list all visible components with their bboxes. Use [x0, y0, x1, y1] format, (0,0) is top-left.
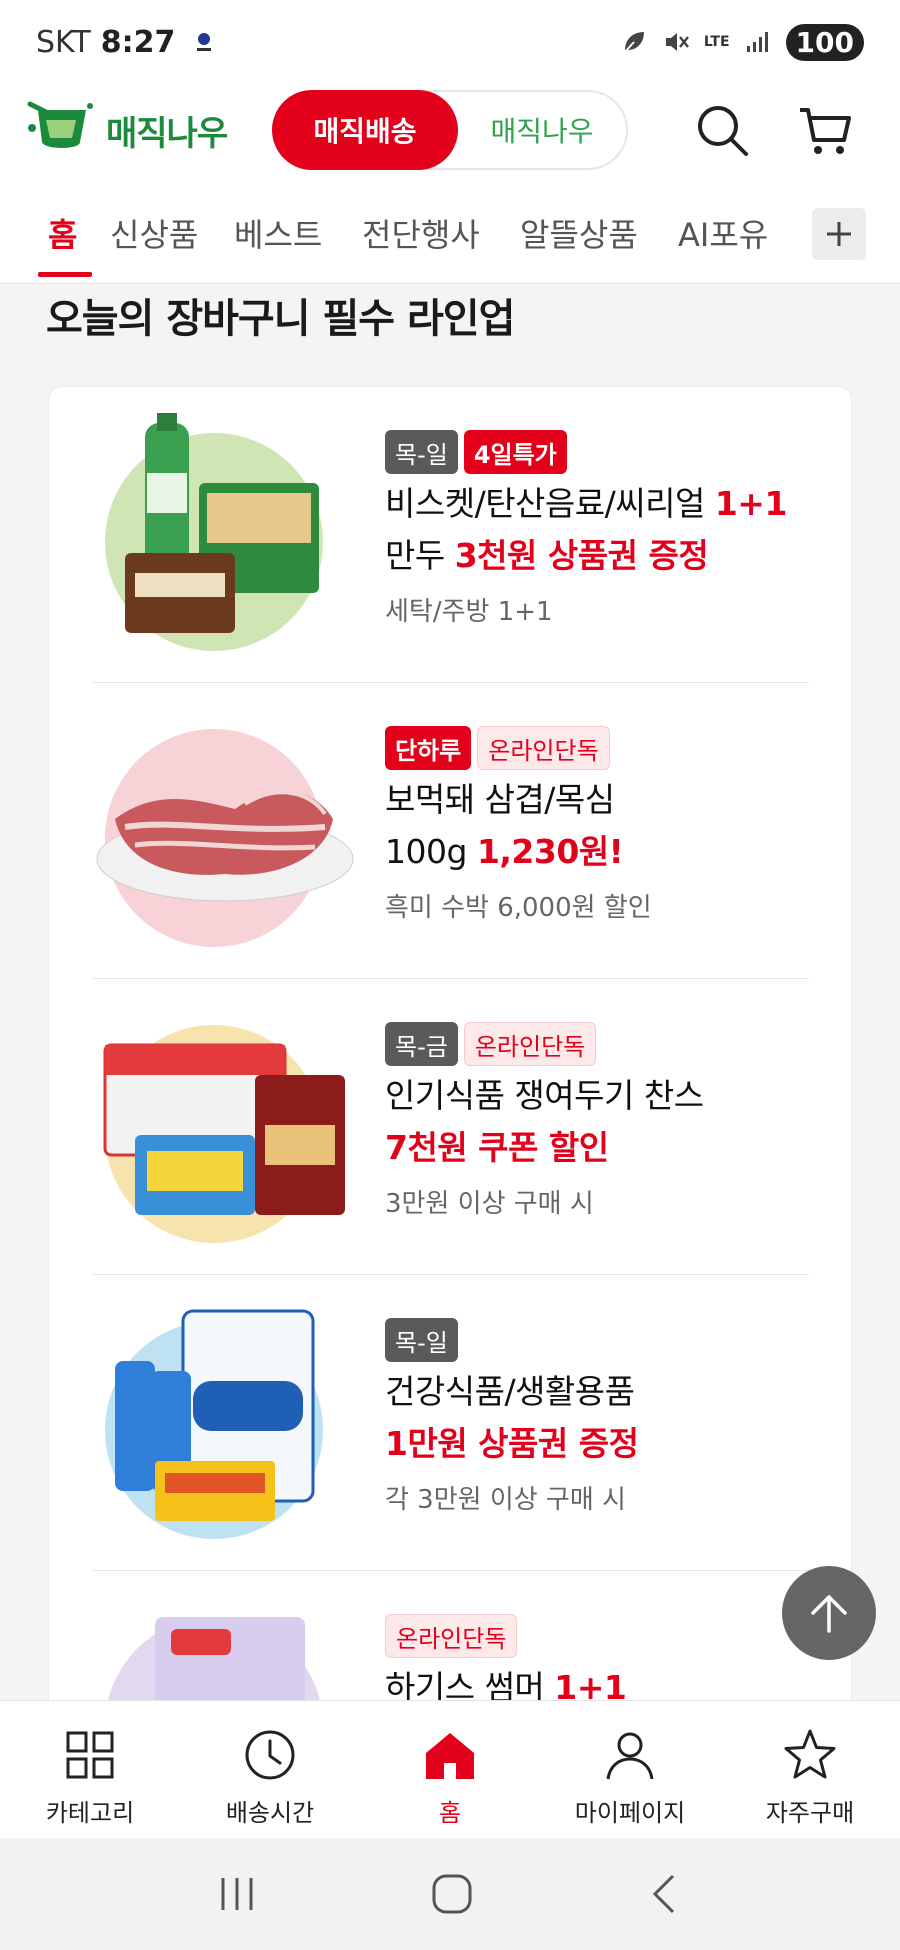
lineup-card: 목-일 4일특가 비스켓/탄산음료/씨리얼 1+1 만두 3천원 상품권 증정 …	[48, 386, 852, 1786]
tabs-expand-button[interactable]	[812, 208, 866, 260]
promo-subtext: 세탁/주방 1+1	[385, 597, 553, 627]
promo-subtext: 각 3만원 이상 구매 시	[385, 1485, 626, 1515]
product-image	[103, 1025, 345, 1243]
promo-info: 목-금 온라인단독 인기식품 쟁여두기 찬스 7천원 쿠폰 할인 3만원 이상 …	[385, 1021, 833, 1220]
one-day-badge: 단하루	[385, 726, 472, 770]
promo-item[interactable]: 단하루 온라인단독 보먹돼 삼겹/목심 100g 1,230원! 흑미 수박 6…	[49, 683, 851, 979]
nav-home[interactable]: 홈	[360, 1701, 540, 1838]
promo-line-1: 건강식품/생활용품	[385, 1372, 635, 1411]
promo-info: 온라인단독 하기스 썸머 1+1	[385, 1613, 833, 1711]
scroll-to-top-button[interactable]	[782, 1566, 876, 1660]
pork-belly-image	[96, 790, 354, 902]
app-header: 매직나우 매직배송 매직나우	[0, 84, 900, 188]
promo-item[interactable]: 목-일 4일특가 비스켓/탄산음료/씨리얼 1+1 만두 3천원 상품권 증정 …	[49, 387, 851, 683]
promo-info: 단하루 온라인단독 보먹돼 삼겹/목심 100g 1,230원! 흑미 수박 6…	[385, 725, 833, 924]
back-icon[interactable]	[645, 1872, 685, 1916]
search-icon[interactable]	[694, 102, 750, 158]
clock: 8:27	[100, 24, 176, 60]
delivery-mode-toggle[interactable]: 매직배송 매직나우	[272, 90, 628, 170]
promo-item[interactable]: 목-금 온라인단독 인기식품 쟁여두기 찬스 7천원 쿠폰 할인 3만원 이상 …	[49, 979, 851, 1275]
period-badge: 목-일	[385, 430, 458, 474]
won-app-icon	[197, 33, 212, 51]
tab-home[interactable]: 홈	[48, 210, 77, 256]
active-tab-indicator	[38, 272, 92, 277]
clock-icon	[245, 1730, 295, 1780]
user-icon	[606, 1732, 654, 1780]
snack-bundle-image	[125, 413, 319, 633]
promo-item[interactable]: 목-일 건강식품/생활용품 1만원 상품권 증정 각 3만원 이상 구매 시	[49, 1275, 851, 1571]
product-image	[105, 1309, 323, 1539]
promo-line-1: 인기식품 쟁여두기 찬스	[385, 1076, 704, 1115]
promo-line-1: 보먹돼 삼겹/목심	[385, 780, 615, 819]
promo-subtext: 흑미 수박 6,000원 할인	[385, 893, 652, 923]
tab-flyer-events[interactable]: 전단행사	[362, 210, 480, 256]
tab-new-products[interactable]: 신상품	[110, 210, 198, 256]
product-image	[105, 413, 323, 651]
grid-icon	[66, 1731, 114, 1779]
recent-apps-icon[interactable]	[215, 1874, 259, 1914]
bottom-navigation: 카테고리 배송시간 홈 마이페이지 자주구매	[0, 1700, 900, 1838]
system-navigation-bar	[0, 1838, 900, 1950]
battery-level: 100	[785, 23, 864, 61]
food-bundle-image	[103, 1043, 345, 1215]
logo-text: 매직나우	[106, 113, 228, 154]
promo-info: 목-일 4일특가 비스켓/탄산음료/씨리얼 1+1 만두 3천원 상품권 증정 …	[385, 429, 833, 628]
tab-value-products[interactable]: 알뜰상품	[520, 210, 638, 256]
arrow-up-icon	[811, 1595, 847, 1633]
nav-label: 배송시간	[225, 1799, 315, 1827]
promo-info: 목-일 건강식품/생활용품 1만원 상품권 증정 각 3만원 이상 구매 시	[385, 1317, 833, 1516]
category-tabs: 홈 신상품 베스트 전단행사 알뜰상품 AI포유	[0, 188, 900, 284]
promo-line-2: 만두 3천원 상품권 증정	[385, 536, 709, 575]
cart-icon[interactable]	[796, 102, 852, 158]
nav-mypage[interactable]: 마이페이지	[540, 1701, 720, 1838]
promo-line-2: 100g 1,230원!	[385, 832, 624, 871]
nav-frequent-purchase[interactable]: 자주구매	[720, 1701, 900, 1838]
carrier-label: SKT	[36, 24, 91, 60]
special-badge: 4일특가	[463, 430, 567, 474]
household-goods-image	[115, 1309, 315, 1521]
magic-delivery-option[interactable]: 매직배송	[272, 90, 458, 170]
logo-mark-icon	[27, 101, 93, 148]
tab-ai-for-you[interactable]: AI포유	[678, 210, 768, 256]
network-type: LTE	[703, 34, 730, 50]
magic-now-option[interactable]: 매직나우	[458, 110, 626, 150]
period-badge: 목-금	[385, 1022, 458, 1066]
plus-icon	[827, 222, 851, 246]
magicnow-logo[interactable]: 매직나우	[24, 98, 228, 162]
promo-line-2: 7천원 쿠폰 할인	[385, 1128, 609, 1167]
nav-label: 카테고리	[45, 1799, 135, 1827]
section-title: 오늘의 장바구니 필수 라인업	[46, 296, 515, 342]
nav-label: 자주구매	[765, 1799, 855, 1827]
period-badge: 목-일	[385, 1318, 458, 1362]
promo-line-1: 비스켓/탄산음료/씨리얼 1+1	[385, 484, 787, 523]
status-bar: SKT 8:27 LTE 100	[0, 0, 900, 84]
nav-delivery-time[interactable]: 배송시간	[180, 1701, 360, 1838]
nav-label: 마이페이지	[574, 1799, 686, 1827]
promo-line-2: 1만원 상품권 증정	[385, 1424, 639, 1463]
product-image	[96, 729, 354, 947]
online-only-badge: 온라인단독	[477, 726, 610, 770]
online-only-badge: 온라인단독	[385, 1614, 518, 1658]
online-only-badge: 온라인단독	[463, 1022, 597, 1066]
promo-subtext: 3만원 이상 구매 시	[385, 1189, 594, 1219]
home-icon	[426, 1733, 474, 1779]
leaf-icon	[623, 32, 644, 54]
nav-label: 홈	[438, 1799, 462, 1827]
star-icon	[784, 1729, 836, 1779]
signal-icon	[746, 32, 768, 52]
mute-icon	[665, 33, 689, 51]
nav-category[interactable]: 카테고리	[0, 1701, 180, 1838]
tab-best[interactable]: 베스트	[234, 210, 322, 256]
home-button-icon[interactable]	[430, 1872, 474, 1916]
